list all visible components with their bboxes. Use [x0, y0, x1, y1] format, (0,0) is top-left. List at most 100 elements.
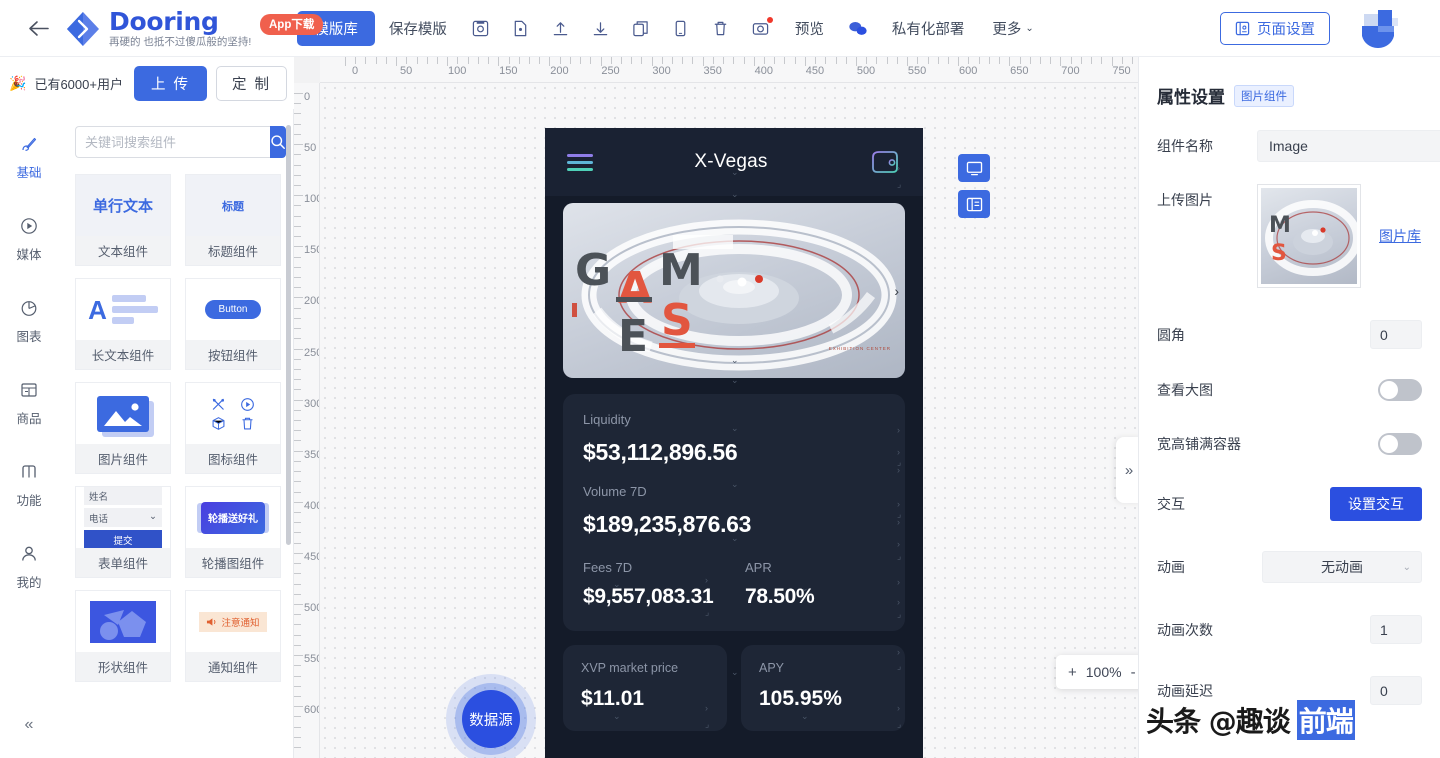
camera-icon[interactable]	[741, 11, 781, 45]
expand-right-icon[interactable]: »	[1116, 437, 1138, 503]
wallet-icon[interactable]	[869, 149, 901, 175]
component-card-form[interactable]: 姓名 电话 ⌄ 提交 表单组件	[75, 486, 171, 578]
fill-container-toggle[interactable]	[1378, 433, 1422, 455]
component-card-icons[interactable]: 图标组件	[185, 382, 281, 474]
component-thumb: 轮播送好礼	[185, 486, 281, 548]
menu-item-save-template[interactable]: 保存模版	[375, 12, 461, 45]
upload-button[interactable]: 上 传	[133, 65, 207, 101]
component-card-shape[interactable]: 形状组件	[75, 590, 171, 682]
menu-item-private-deploy[interactable]: 私有化部署	[878, 12, 979, 45]
user-icon	[20, 545, 38, 568]
component-card-text[interactable]: 单行文本 文本组件	[75, 174, 171, 266]
ruler-label: 250	[601, 65, 620, 77]
back-arrow-icon[interactable]	[18, 20, 58, 37]
stats-card[interactable]: Liquidity $53,112,896.56 Volume 7D $189,…	[563, 394, 905, 631]
brand[interactable]: Dooring 再硬的 也抵不过傻瓜般的坚持! App下载	[64, 8, 324, 49]
sidebar-item-media[interactable]: 媒体	[0, 217, 58, 263]
sidebar-item-chart[interactable]: 图表	[0, 299, 58, 345]
app-download-badge[interactable]: App下载	[260, 13, 324, 35]
toggle-knob	[1380, 381, 1398, 399]
layout-panel-icon[interactable]	[958, 190, 990, 218]
pie-chart-icon	[20, 299, 38, 322]
component-card-longtext[interactable]: A 长文本组件	[75, 278, 171, 370]
ruler-tick	[999, 57, 1001, 64]
hamburger-menu-icon[interactable]	[567, 153, 593, 171]
chevron-right-icon[interactable]: ›	[894, 283, 899, 299]
search-input[interactable]	[75, 126, 270, 158]
zoom-out-button[interactable]: -	[1131, 664, 1136, 681]
ruler-tick	[1121, 57, 1123, 64]
component-card-notice[interactable]: 注意通知 通知组件	[185, 590, 281, 682]
hero-image[interactable]: G A M E S EXHIBITION CENTER ›	[563, 203, 905, 378]
dooring-logo-icon	[64, 10, 102, 48]
customize-button[interactable]: 定 制	[215, 65, 288, 101]
phone-header: X-Vegas	[545, 128, 923, 196]
hero-caption: EXHIBITION CENTER	[828, 346, 891, 351]
component-thumb-label: 标题	[222, 200, 244, 213]
hero-letter-g: G	[575, 245, 612, 296]
toggle-knob	[1380, 435, 1398, 453]
animation-count-field[interactable]	[1370, 615, 1422, 644]
sidebar-item-mine[interactable]: 我的	[0, 545, 58, 591]
component-search	[75, 126, 286, 158]
radius-field[interactable]	[1370, 320, 1422, 349]
canvas-area[interactable]: X-Vegas G A M E S EXHIBITION CENTER › Li…	[294, 57, 1138, 758]
animation-delay-field[interactable]	[1370, 676, 1422, 705]
zoom-in-button[interactable]: +	[1068, 664, 1077, 681]
radius-row: 圆角	[1139, 320, 1440, 349]
sidebar-item-function[interactable]: 功能	[0, 463, 58, 509]
ruler-tick	[294, 379, 301, 381]
page-setting-button[interactable]: 页面设置	[1220, 12, 1330, 45]
ruler-label: 300	[304, 397, 319, 410]
apy-card[interactable]: APY 105.95%	[741, 645, 905, 731]
copy-icon[interactable]	[621, 11, 661, 45]
component-card-button[interactable]: Button 按钮组件	[185, 278, 281, 370]
ruler-label: 450	[805, 65, 825, 77]
page-title: 属性设置	[1157, 88, 1225, 107]
datasource-button[interactable]: 数据源	[446, 674, 536, 758]
trash-icon[interactable]	[701, 11, 741, 45]
component-grid: 单行文本 文本组件 标题 标题组件 A 长文本组件 Button 按钮组件 图片…	[58, 158, 293, 702]
animation-select[interactable]: 无动画 ⌄	[1262, 551, 1422, 583]
upload-image-box[interactable]: M S	[1257, 184, 1361, 288]
ruler-tick	[294, 174, 301, 176]
ruler-corner[interactable]	[294, 57, 320, 83]
ruler-tick	[559, 57, 561, 64]
collapse-left-icon[interactable]: «	[0, 716, 58, 734]
ruler-tick	[294, 266, 301, 268]
menu-item-preview[interactable]: 预览	[781, 12, 838, 45]
image-library-link[interactable]: 图片库	[1379, 226, 1421, 246]
ruler-vertical[interactable]: 0 50 100 150 200 250 300 350 400 450 500 550 600	[294, 83, 320, 758]
upload-icon[interactable]	[541, 11, 581, 45]
component-name-field[interactable]	[1257, 130, 1440, 162]
view-large-toggle[interactable]	[1378, 379, 1422, 401]
ruler-horizontal[interactable]: 0 50 100 150 200 250 300 350 400 450 500 550 600 650 7…	[320, 57, 1138, 83]
sidebar-item-basic[interactable]: 基础	[0, 135, 58, 181]
wechat-icon[interactable]	[838, 11, 878, 45]
mobile-icon[interactable]	[661, 11, 701, 45]
file-icon[interactable]	[501, 11, 541, 45]
apy-value: 105.95%	[759, 687, 842, 710]
form-field-phone-label: 电话	[89, 513, 109, 525]
phone-preview[interactable]: X-Vegas G A M E S EXHIBITION CENTER › Li…	[545, 128, 923, 758]
ruler-tick	[610, 57, 612, 64]
component-card-image[interactable]: 图片组件	[75, 382, 171, 474]
ruler-label: 100	[448, 65, 467, 77]
desktop-preview-icon[interactable]	[958, 154, 990, 182]
component-card-title[interactable]: 标题 标题组件	[185, 174, 281, 266]
save-disk-icon[interactable]	[461, 11, 501, 45]
set-interaction-button[interactable]: 设置交互	[1330, 487, 1422, 521]
sidebar-item-product[interactable]: 商品	[0, 381, 58, 427]
ruler-label: 150	[304, 244, 319, 257]
ruler-tick	[539, 57, 541, 64]
menu-item-more[interactable]: 更多 ⌄	[978, 12, 1047, 45]
component-card-carousel[interactable]: 轮播送好礼 轮播图组件	[185, 486, 281, 578]
search-button[interactable]	[270, 126, 286, 158]
ruler-tick	[784, 57, 786, 64]
avatar[interactable]	[1350, 8, 1408, 50]
market-price-card[interactable]: XVP market price $11.01	[563, 645, 727, 731]
animation-delay-label: 动画延迟	[1157, 682, 1213, 699]
component-panel-scrollbar[interactable]	[286, 125, 291, 545]
download-icon[interactable]	[581, 11, 621, 45]
ruler-tick	[1080, 57, 1082, 64]
